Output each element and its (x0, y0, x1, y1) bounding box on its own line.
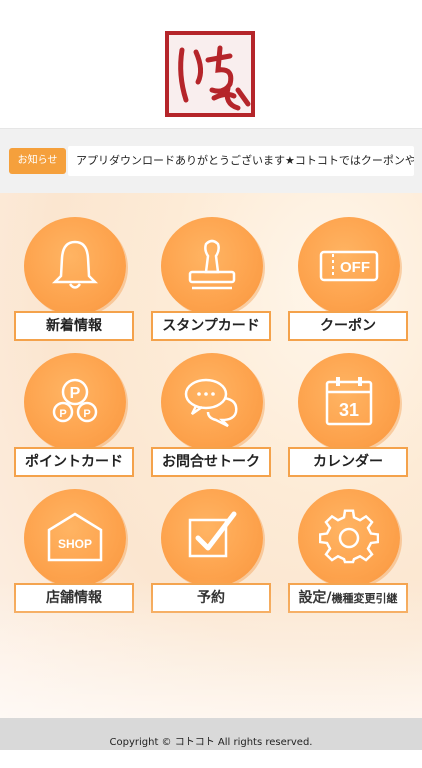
menu-label-inquiry-talk: お問合せトーク (151, 447, 271, 477)
menu-item-point-card[interactable]: P P P ポイントカード (14, 353, 138, 483)
menu-item-reservation[interactable]: 予約 (151, 489, 275, 619)
svg-text:P: P (83, 408, 90, 420)
svg-text:OFF: OFF (340, 259, 370, 276)
menu-item-settings[interactable]: 設定/機種変更引継 (288, 489, 412, 619)
bell-icon (51, 240, 99, 289)
menu-item-inquiry-talk[interactable]: お問合せトーク (151, 353, 275, 483)
menu-item-shop-info[interactable]: SHOP 店舗情報 (14, 489, 138, 619)
shop-icon: SHOP (47, 512, 103, 562)
svg-text:P: P (59, 408, 66, 420)
gear-icon (319, 509, 379, 564)
menu-label-point-card: ポイントカード (14, 447, 134, 477)
app-header (0, 0, 422, 129)
svg-text:P: P (70, 385, 81, 402)
menu-label-coupon: クーポン (288, 311, 408, 341)
checkbox-icon (188, 511, 237, 558)
logo-icon (165, 31, 255, 117)
news-ticker[interactable]: アプリダウンロードありがとうございます★コトコトではクーポンやスタ (68, 146, 414, 176)
news-badge: お知らせ (9, 148, 66, 174)
menu-label-stamp-card: スタンプカード (151, 311, 271, 341)
svg-text:31: 31 (339, 400, 359, 420)
news-bar[interactable]: お知らせ アプリダウンロードありがとうございます★コトコトではクーポンやスタ (0, 129, 422, 193)
menu-label-calendar: カレンダー (288, 447, 408, 477)
footer-copyright: Copyright © コトコト All rights reserved. (0, 718, 422, 750)
coupon-icon: OFF (319, 250, 379, 282)
calendar-icon: 31 (325, 377, 373, 426)
points-icon: P P P (52, 378, 98, 423)
menu-grid: 新着情報 スタンプカード OFF クーポン P P P ポイントカード お問合せ… (0, 193, 422, 718)
menu-item-calendar[interactable]: 31 カレンダー (288, 353, 412, 483)
svg-text:SHOP: SHOP (58, 537, 92, 551)
menu-item-news[interactable]: 新着情報 (14, 217, 138, 347)
chat-icon (184, 378, 238, 428)
menu-label-settings: 設定/機種変更引継 (288, 583, 408, 613)
stamp-icon (188, 239, 236, 290)
menu-label-news: 新着情報 (14, 311, 134, 341)
menu-label-reservation: 予約 (151, 583, 271, 613)
menu-label-shop-info: 店舗情報 (14, 583, 134, 613)
menu-item-coupon[interactable]: OFF クーポン (288, 217, 412, 347)
menu-item-stamp-card[interactable]: スタンプカード (151, 217, 275, 347)
